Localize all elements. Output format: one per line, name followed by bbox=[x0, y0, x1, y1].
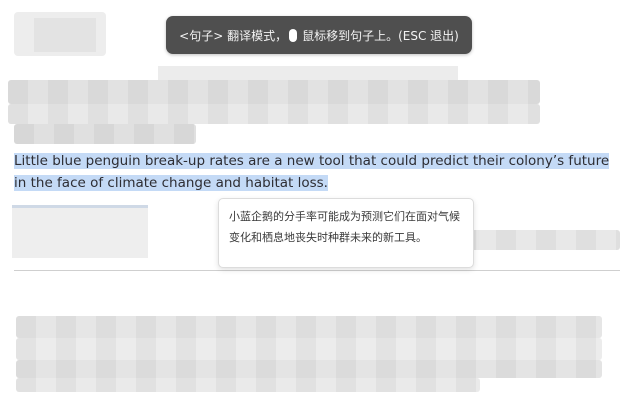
section-divider bbox=[14, 270, 620, 271]
translation-popup: 小蓝企鹅的分手率可能成为预测它们在面对气候变化和栖息地丧失时种群未来的新工具。 bbox=[218, 198, 474, 268]
blurred-thumbnail bbox=[12, 205, 148, 258]
mouse-icon bbox=[289, 28, 298, 42]
blurred-text-line bbox=[456, 230, 620, 250]
highlighted-sentence[interactable]: Little blue penguin break-up rates are a… bbox=[14, 150, 624, 194]
blurred-avatar-inner bbox=[34, 18, 96, 52]
blurred-text-line bbox=[8, 80, 540, 104]
translation-mode-toast: <句子> 翻译模式， 鼠标移到句子上。(ESC 退出) bbox=[166, 16, 472, 54]
blurred-text-line bbox=[16, 378, 480, 392]
blurred-text-line bbox=[8, 104, 540, 124]
blurred-text-line bbox=[16, 316, 602, 338]
blurred-text-line bbox=[16, 338, 602, 360]
blurred-text-line bbox=[14, 124, 196, 144]
toast-suffix: 鼠标移到句子上。(ESC 退出) bbox=[302, 28, 459, 43]
blurred-text-line bbox=[158, 66, 458, 80]
toast-prefix: <句子> 翻译模式， bbox=[179, 28, 288, 43]
translation-text: 小蓝企鹅的分手率可能成为预测它们在面对气候变化和栖息地丧失时种群未来的新工具。 bbox=[229, 210, 460, 244]
sentence-text: Little blue penguin break-up rates are a… bbox=[14, 153, 610, 191]
blurred-text-line bbox=[16, 360, 602, 378]
